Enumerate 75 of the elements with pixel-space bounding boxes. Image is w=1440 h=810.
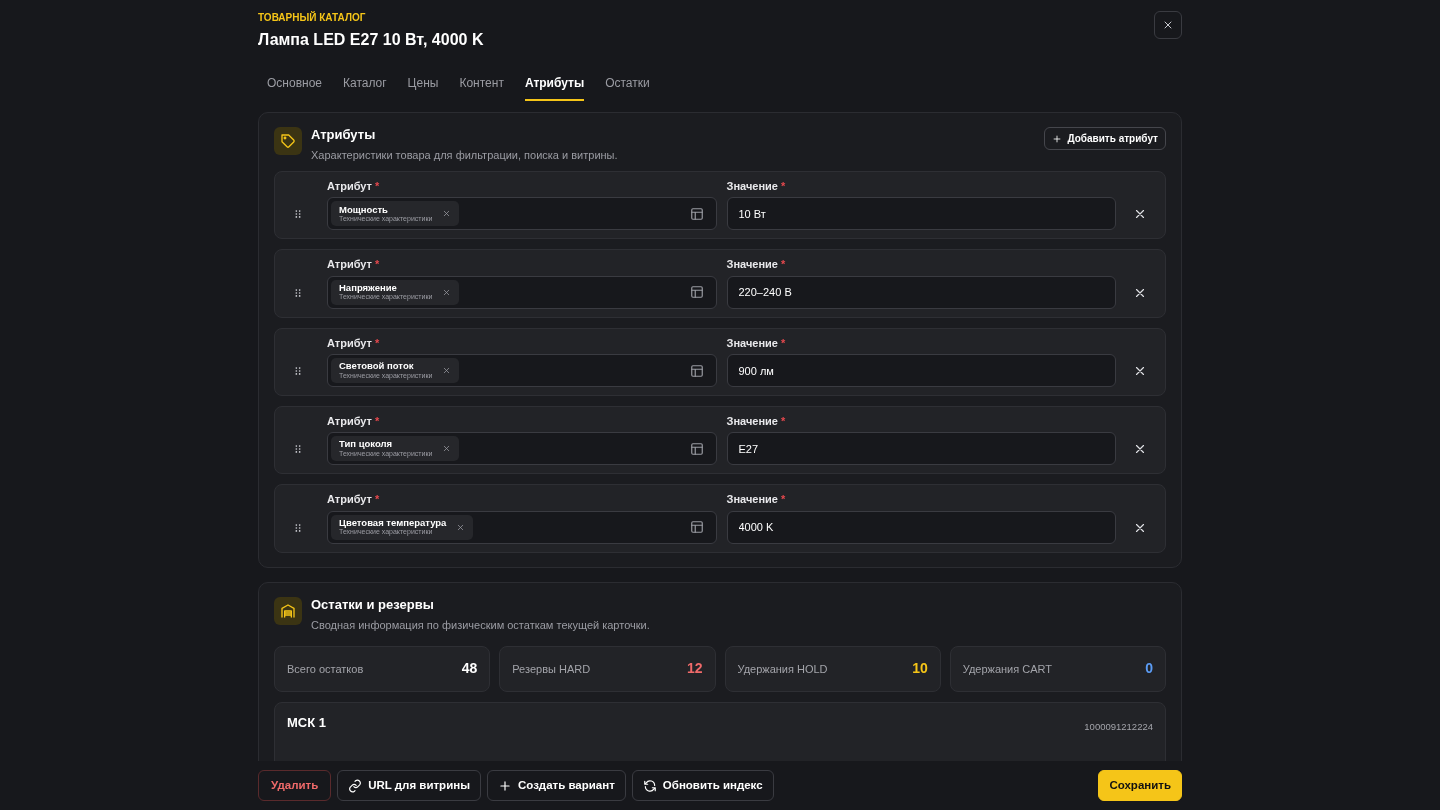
section-subtitle: Характеристики товара для фильтрации, поиска и витрины.	[311, 147, 618, 163]
close-icon	[1162, 19, 1174, 31]
layout-icon[interactable]	[689, 207, 704, 221]
required-mark: *	[375, 493, 380, 506]
tab[interactable]: Цены	[407, 68, 439, 101]
value-field[interactable]: 220–240 В	[726, 275, 1116, 309]
warehouse-icon	[280, 602, 296, 619]
field-label: Атрибут	[327, 336, 372, 349]
reindex-button[interactable]: Обновить индекс	[631, 770, 774, 801]
create-variant-button[interactable]: Создать вариант	[486, 770, 626, 801]
attribute-name: Световой поток	[339, 361, 415, 372]
tab[interactable]: Атрибуты	[524, 68, 585, 101]
layout-icon[interactable]	[689, 520, 704, 535]
stat-value: 10	[912, 659, 928, 679]
delete-button[interactable]: Удалить	[258, 770, 332, 801]
section-subtitle: Сводная информация по физическим остаткам текущей карточки.	[311, 617, 650, 632]
link-icon	[348, 778, 363, 793]
field-label: Атрибут	[327, 180, 372, 193]
value-field[interactable]: 4000 K	[726, 510, 1116, 544]
stat-value: 0	[1145, 659, 1153, 679]
required-mark: *	[781, 415, 786, 428]
stat-label: Удержания HOLD	[737, 661, 828, 677]
attribute-name: Напряжение	[339, 282, 398, 294]
warehouse-code: 1000091212224	[1084, 720, 1153, 733]
required-mark: *	[781, 493, 786, 506]
product-title: Лампа LED E27 10 Вт, 4000 K	[258, 30, 484, 50]
layout-icon[interactable]	[689, 285, 704, 300]
tab[interactable]: Основное	[267, 68, 322, 101]
required-mark: *	[375, 258, 380, 271]
tag-icon	[280, 133, 296, 149]
required-mark: *	[375, 415, 380, 428]
layout-icon[interactable]	[689, 363, 704, 378]
remove-icon[interactable]	[442, 444, 452, 454]
tab[interactable]: Каталог	[343, 68, 387, 101]
save-button[interactable]: Сохранить	[1098, 770, 1182, 801]
section-eyebrow: ТОВАРНЫЙ КАТАЛОГ	[258, 10, 367, 25]
field-label: Значение	[726, 493, 778, 506]
storefront-url-button[interactable]: URL для витрины	[337, 770, 481, 801]
field-label: Значение	[726, 180, 778, 193]
plus-icon	[1052, 133, 1063, 144]
required-mark: *	[375, 180, 380, 193]
value-field[interactable]: 900 лм	[726, 354, 1116, 388]
remove-icon[interactable]	[442, 287, 452, 297]
required-mark: *	[781, 258, 786, 271]
stat-value: 48	[461, 659, 478, 679]
section-title: Атрибуты	[311, 127, 377, 144]
field-label: Значение	[726, 336, 778, 349]
required-mark: *	[781, 336, 786, 349]
stat-label: Всего остатков	[287, 661, 364, 677]
field-label: Атрибут	[327, 415, 372, 428]
section-title: Остатки и резервы	[311, 596, 435, 614]
required-mark: *	[781, 180, 786, 193]
value-field[interactable]: 10 Вт	[726, 197, 1116, 231]
field-label: Атрибут	[327, 493, 372, 506]
required-mark: *	[375, 336, 380, 349]
stat-label: Удержания CART	[962, 661, 1052, 677]
tab[interactable]: Контент	[459, 68, 504, 101]
layout-icon[interactable]	[689, 441, 704, 456]
add-attribute-button[interactable]: Добавить атрибут	[1044, 127, 1166, 150]
plus-icon	[497, 778, 512, 793]
attribute-name: Тип цоколя	[339, 439, 394, 450]
field-label: Значение	[726, 415, 778, 428]
remove-icon[interactable]	[442, 209, 452, 219]
attribute-name: Цветовая температура	[339, 517, 447, 529]
field-label: Значение	[726, 258, 778, 271]
refresh-icon	[642, 778, 657, 793]
remove-icon[interactable]	[442, 366, 452, 376]
remove-icon[interactable]	[456, 522, 466, 532]
tab[interactable]: Остатки	[605, 68, 650, 101]
attribute-name: Мощность	[339, 204, 389, 215]
field-label: Атрибут	[327, 258, 372, 271]
warehouse-name: МСК 1	[287, 714, 326, 732]
stat-value: 12	[686, 659, 703, 679]
stat-label: Резервы HARD	[512, 661, 591, 677]
value-field[interactable]: E27	[726, 432, 1116, 466]
